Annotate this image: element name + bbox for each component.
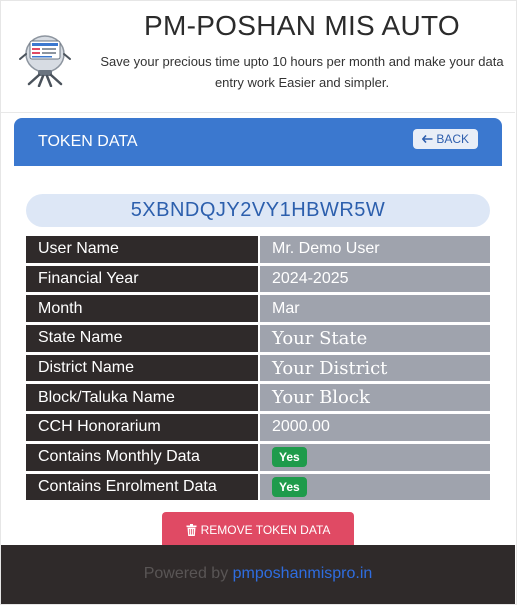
row-value: Your District xyxy=(258,354,490,382)
back-button[interactable]: BACK xyxy=(413,129,478,149)
robot-logo-icon xyxy=(19,35,71,87)
yes-badge: Yes xyxy=(272,447,307,468)
row-value: Yes xyxy=(258,443,490,471)
row-value: 2024-2025 xyxy=(258,265,490,293)
row-financial-year: Financial Year 2024-2025 xyxy=(26,265,490,296)
row-value: Mar xyxy=(258,295,490,323)
back-button-label: BACK xyxy=(436,132,469,146)
row-label: CCH Honorarium xyxy=(26,414,258,441)
remove-token-data-button[interactable]: REMOVE TOKEN DATA xyxy=(162,512,354,548)
row-user-name: User Name Mr. Demo User xyxy=(26,236,490,266)
footer: Powered by pmposhanmispro.in xyxy=(1,545,515,604)
row-cch-honorarium: CCH Honorarium 2000.00 xyxy=(26,414,490,444)
row-value: Yes xyxy=(258,473,490,501)
row-state-name: State Name Your State xyxy=(26,325,490,355)
site-link[interactable]: pmposhanmispro.in xyxy=(233,565,373,582)
row-value: 2000.00 xyxy=(258,414,490,441)
app-tagline: Save your precious time upto 10 hours pe… xyxy=(100,54,504,90)
arrow-left-icon xyxy=(422,135,433,143)
powered-by-text: Powered by xyxy=(143,565,229,582)
row-label: Contains Enrolment Data xyxy=(26,473,258,501)
token-value: 5XBNDQJY2VY1HBWR5W xyxy=(26,194,490,227)
yes-badge: Yes xyxy=(272,476,307,497)
row-label: Contains Monthly Data xyxy=(26,443,258,471)
row-monthly-data: Contains Monthly Data Yes xyxy=(26,443,490,474)
app-header: PM-POSHAN MIS AUTO Save your precious ti… xyxy=(1,1,515,113)
row-label: State Name xyxy=(26,325,258,352)
card-header: TOKEN DATA BACK xyxy=(14,118,502,166)
trash-icon xyxy=(186,524,197,536)
row-enrolment-data: Contains Enrolment Data Yes xyxy=(26,473,490,504)
row-district-name: District Name Your District xyxy=(26,354,490,385)
row-label: Month xyxy=(26,295,258,323)
row-label: User Name xyxy=(26,236,258,263)
row-label: Block/Taluka Name xyxy=(26,384,258,412)
token-data-card: TOKEN DATA BACK 5XBNDQJY2VY1HBWR5W User … xyxy=(14,118,502,548)
row-block-name: Block/Taluka Name Your Block xyxy=(26,384,490,415)
card-title: TOKEN DATA xyxy=(38,133,138,150)
row-value: Mr. Demo User xyxy=(258,236,490,263)
token-info-table: User Name Mr. Demo User Financial Year 2… xyxy=(26,236,490,504)
row-value: Your Block xyxy=(258,384,490,412)
remove-button-label: REMOVE TOKEN DATA xyxy=(200,523,331,537)
app-title: PM-POSHAN MIS AUTO xyxy=(143,10,461,41)
row-value: Your State xyxy=(258,325,490,352)
row-month: Month Mar xyxy=(26,295,490,326)
row-label: Financial Year xyxy=(26,265,258,293)
row-label: District Name xyxy=(26,354,258,382)
